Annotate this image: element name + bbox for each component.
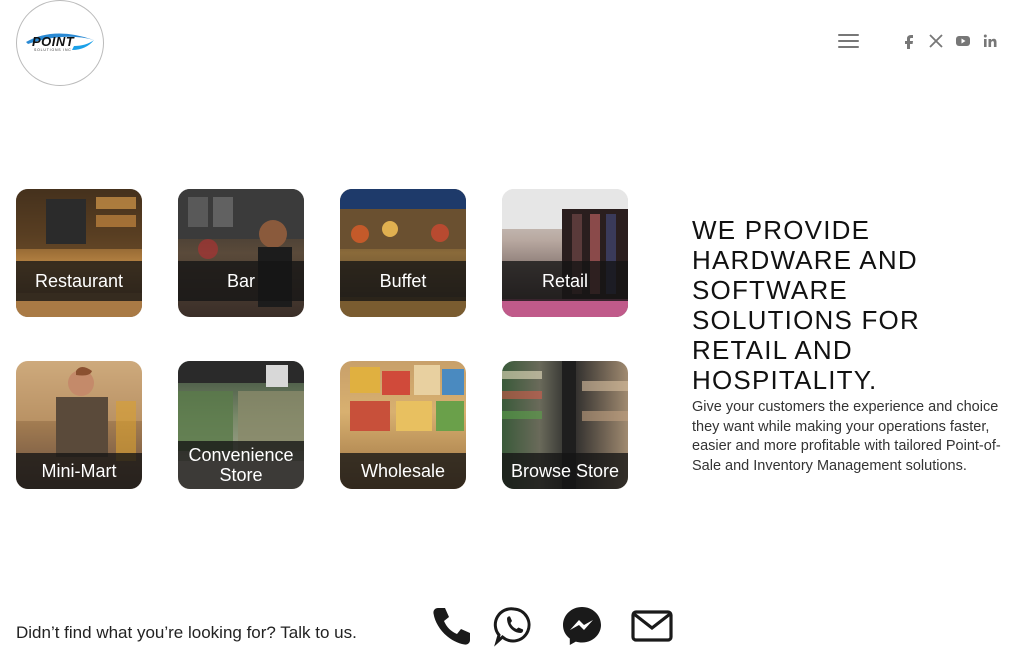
logo-subtext: SOLUTIONS INC <box>34 48 72 52</box>
tile-label: Bar <box>178 261 304 301</box>
tile-convenience-store[interactable]: Convenience Store <box>178 361 304 489</box>
messenger-icon <box>563 607 601 645</box>
messenger-button[interactable] <box>560 604 604 648</box>
tile-mini-mart[interactable]: Mini-Mart <box>16 361 142 489</box>
tile-label: Retail <box>502 261 628 301</box>
youtube-icon <box>956 36 970 46</box>
whatsapp-button[interactable] <box>492 604 536 648</box>
linkedin-link[interactable] <box>983 33 997 49</box>
contact-prompt: Didn’t find what you’re looking for? Tal… <box>16 623 357 642</box>
hero-description: Give your customers the experience and c… <box>692 399 1001 474</box>
tile-wholesale[interactable]: Wholesale <box>340 361 466 489</box>
email-button[interactable] <box>630 604 674 648</box>
tile-buffet[interactable]: Buffet <box>340 189 466 317</box>
tile-label: Mini-Mart <box>16 453 142 489</box>
hero-headline: WE PROVIDE HARDWARE AND SOFTWARE SOLUTIO… <box>692 215 920 395</box>
brand-logo[interactable]: POINT SOLUTIONS INC <box>16 0 104 86</box>
facebook-link[interactable] <box>902 33 916 49</box>
youtube-link[interactable] <box>955 33 971 49</box>
tile-label: Restaurant <box>16 261 142 301</box>
tile-label: Browse Store <box>502 453 628 489</box>
logo-mark: POINT SOLUTIONS INC <box>24 28 96 58</box>
tile-label: Buffet <box>340 261 466 301</box>
whatsapp-icon <box>493 607 531 647</box>
tile-bar[interactable]: Bar <box>178 189 304 317</box>
facebook-icon <box>905 35 913 49</box>
tile-restaurant[interactable]: Restaurant <box>16 189 142 317</box>
tile-label: Convenience Store <box>178 441 304 489</box>
x-icon <box>929 34 943 48</box>
logo-text: POINT <box>32 34 75 49</box>
x-link[interactable] <box>929 33 943 49</box>
tile-label: Wholesale <box>340 453 466 489</box>
phone-icon <box>433 608 470 645</box>
phone-button[interactable] <box>430 604 474 648</box>
email-icon <box>631 610 673 642</box>
tile-retail[interactable]: Retail <box>502 189 628 317</box>
hamburger-icon <box>838 34 859 36</box>
hamburger-menu-button[interactable] <box>838 34 859 50</box>
tile-browse-store[interactable]: Browse Store <box>502 361 628 489</box>
linkedin-icon <box>983 34 997 47</box>
